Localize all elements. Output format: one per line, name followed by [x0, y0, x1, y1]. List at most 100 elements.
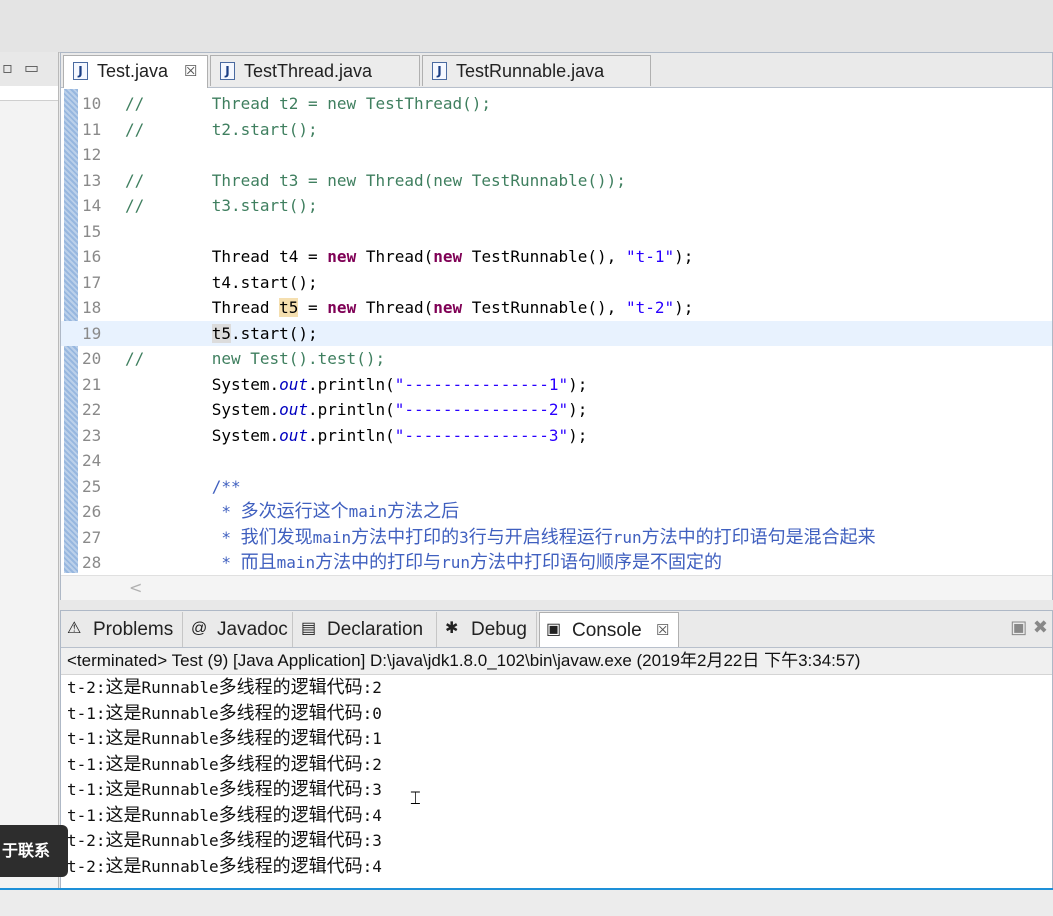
tab-testthread-java[interactable]: J TestThread.java — [210, 55, 420, 86]
code-line[interactable]: 24 — [61, 448, 1052, 474]
tab-console[interactable]: ▣ Console ☒ — [539, 612, 679, 647]
console-token: Runnable — [141, 703, 219, 723]
code-token: .println( — [308, 425, 395, 445]
bug-icon: ✱ — [445, 620, 459, 637]
console-token: 这是 — [105, 753, 142, 775]
at-icon: @ — [191, 620, 208, 637]
code-line[interactable]: 13 // Thread t3 = new Thread(new TestRunn… — [61, 168, 1052, 194]
code-token: out — [279, 400, 309, 419]
console-line: t-1:这是Runnable多线程的逻辑代码:0 — [67, 701, 382, 727]
console-output[interactable]: t-2:这是Runnable多线程的逻辑代码:2 t-1:这是Runnable多线… — [61, 675, 1052, 889]
code-token: .start(); — [230, 323, 318, 343]
scroll-left-icon[interactable]: < — [129, 578, 142, 597]
minimize-icon[interactable]: ▫ — [2, 60, 13, 76]
horizontal-scrollbar[interactable]: < — [61, 575, 1052, 600]
code-line[interactable]: 12 — [61, 142, 1052, 168]
tab-testrunnable-java[interactable]: J TestRunnable.java — [422, 55, 651, 86]
console-token: :0 — [362, 703, 382, 723]
text-cursor-icon: ⌶ — [410, 788, 421, 809]
left-panel: ▫ ▭ — [0, 52, 59, 916]
console-line: t-2:这是Runnable多线程的逻辑代码:3 — [67, 828, 382, 854]
line-number: 26 — [82, 502, 102, 521]
window-top-bar — [0, 0, 1053, 53]
problems-icon: ⚠ — [67, 620, 82, 637]
console-token: Runnable — [141, 678, 219, 697]
code-line[interactable]: 19 t5.start(); — [61, 320, 1052, 346]
tab-test-java[interactable]: J Test.java ☒ — [63, 55, 208, 88]
line-number: 11 — [82, 119, 102, 139]
console-token: 这是 — [105, 779, 142, 800]
tab-label: Javadoc — [217, 619, 288, 640]
code-line[interactable]: 17 t4.start(); — [61, 270, 1052, 296]
console-token: t-1: — [67, 780, 106, 799]
code-token: // new Test().test(); — [125, 349, 386, 368]
code-text: System.out.println("---------------2"); — [125, 397, 588, 423]
line-number: 18 — [82, 298, 102, 317]
code-line[interactable]: 14 // t3.start(); — [61, 193, 1052, 219]
line-number: 22 — [82, 400, 102, 419]
code-area[interactable]: 10 // Thread t2 = new TestThread(); 11 // t… — [61, 89, 1052, 573]
code-token: ); — [674, 247, 694, 266]
maximize-icon[interactable]: ▭ — [24, 60, 39, 76]
code-line[interactable]: 15 — [61, 219, 1052, 245]
console-line: t-1:这是Runnable多线程的逻辑代码:4 — [67, 803, 382, 829]
java-file-icon: J — [432, 62, 447, 80]
line-number: 16 — [82, 247, 102, 266]
contact-button[interactable]: 于联系 — [0, 825, 68, 877]
tab-label: Test.java — [97, 61, 169, 81]
code-line[interactable]: 18 Thread t5 = new Thread(new TestRunnab… — [61, 295, 1052, 321]
code-token: // Thread t2 = new TestThread(); — [125, 94, 492, 113]
code-token: Thread( — [356, 247, 434, 266]
console-token: 这是 — [105, 702, 142, 724]
code-token: new — [327, 298, 357, 317]
code-token: .println( — [308, 400, 395, 419]
console-token: :2 — [362, 754, 382, 774]
console-token: 这是 — [105, 855, 142, 877]
code-token: "---------------2" — [394, 400, 569, 419]
console-line: t-1:这是Runnable多线程的逻辑代码:1 — [67, 726, 382, 752]
code-line[interactable]: 26 * 多次运行这个main方法之后 — [61, 499, 1052, 525]
view-menu-icon[interactable]: ▣ ✖ — [1010, 617, 1048, 638]
code-token: ); — [568, 374, 588, 394]
code-token: /** — [125, 476, 241, 496]
code-text: * 我们发现main方法中打印的3行与开启线程运行run方法中的打印语句是混合起… — [125, 525, 875, 551]
code-token: "---------------3" — [394, 425, 569, 445]
code-line[interactable]: 27 * 我们发现main方法中打印的3行与开启线程运行run方法中的打印语句是… — [61, 525, 1052, 551]
code-line[interactable]: 10 // Thread t2 = new TestThread(); — [61, 91, 1052, 117]
console-token: t-2: — [67, 856, 106, 876]
code-line[interactable]: 16 Thread t4 = new Thread(new TestRunnab… — [61, 244, 1052, 270]
code-token: t5 — [279, 298, 299, 317]
line-number: 21 — [82, 374, 102, 394]
line-number: 15 — [82, 221, 102, 241]
code-text: System.out.println("---------------3"); — [125, 423, 588, 449]
console-token: t-1: — [67, 754, 106, 774]
tab-javadoc[interactable]: @ Javadoc — [185, 612, 293, 647]
code-token: 而且 — [240, 552, 277, 573]
code-token: // t3.start(); — [125, 196, 318, 215]
code-token: new — [433, 298, 463, 317]
tab-declaration[interactable]: ▤ Declaration — [295, 612, 437, 647]
code-token: t4.start(); — [125, 272, 318, 292]
close-icon[interactable]: ☒ — [184, 62, 197, 80]
code-line[interactable]: 22 System.out.println("---------------2"… — [61, 397, 1052, 423]
tab-debug[interactable]: ✱ Debug — [439, 612, 537, 647]
code-line[interactable]: 25 /** — [61, 474, 1052, 500]
code-line[interactable]: 21 System.out.println("---------------1"… — [61, 372, 1052, 398]
console-pane: ▣ ✖ ⚠ Problems @ Javadoc ▤ Declaration ✱ Debug ▣… — [60, 610, 1053, 916]
code-line[interactable]: 20 // new Test().test(); — [61, 346, 1052, 372]
code-line[interactable]: 11 // t2.start(); — [61, 117, 1052, 143]
line-number: 13 — [82, 170, 102, 190]
code-token: Thread — [125, 298, 280, 317]
tab-problems[interactable]: ⚠ Problems — [61, 612, 183, 647]
code-text: Thread t4 = new Thread(new TestRunnable(… — [125, 244, 694, 270]
close-icon[interactable]: ☒ — [656, 621, 669, 639]
line-number: 28 — [82, 553, 102, 572]
line-number: 24 — [82, 451, 102, 470]
code-token: t5 — [211, 323, 231, 343]
code-line[interactable]: 23 System.out.println("---------------3"… — [61, 423, 1052, 449]
code-token: // Thread t3 = new Thread(new TestRunnab… — [125, 170, 626, 190]
console-token: :1 — [362, 729, 382, 748]
console-line: t-2:这是Runnable多线程的逻辑代码:2 — [67, 675, 382, 701]
code-line[interactable]: 28 * 而且main方法中的打印与run方法中打印语句顺序是不固定的 — [61, 550, 1052, 573]
